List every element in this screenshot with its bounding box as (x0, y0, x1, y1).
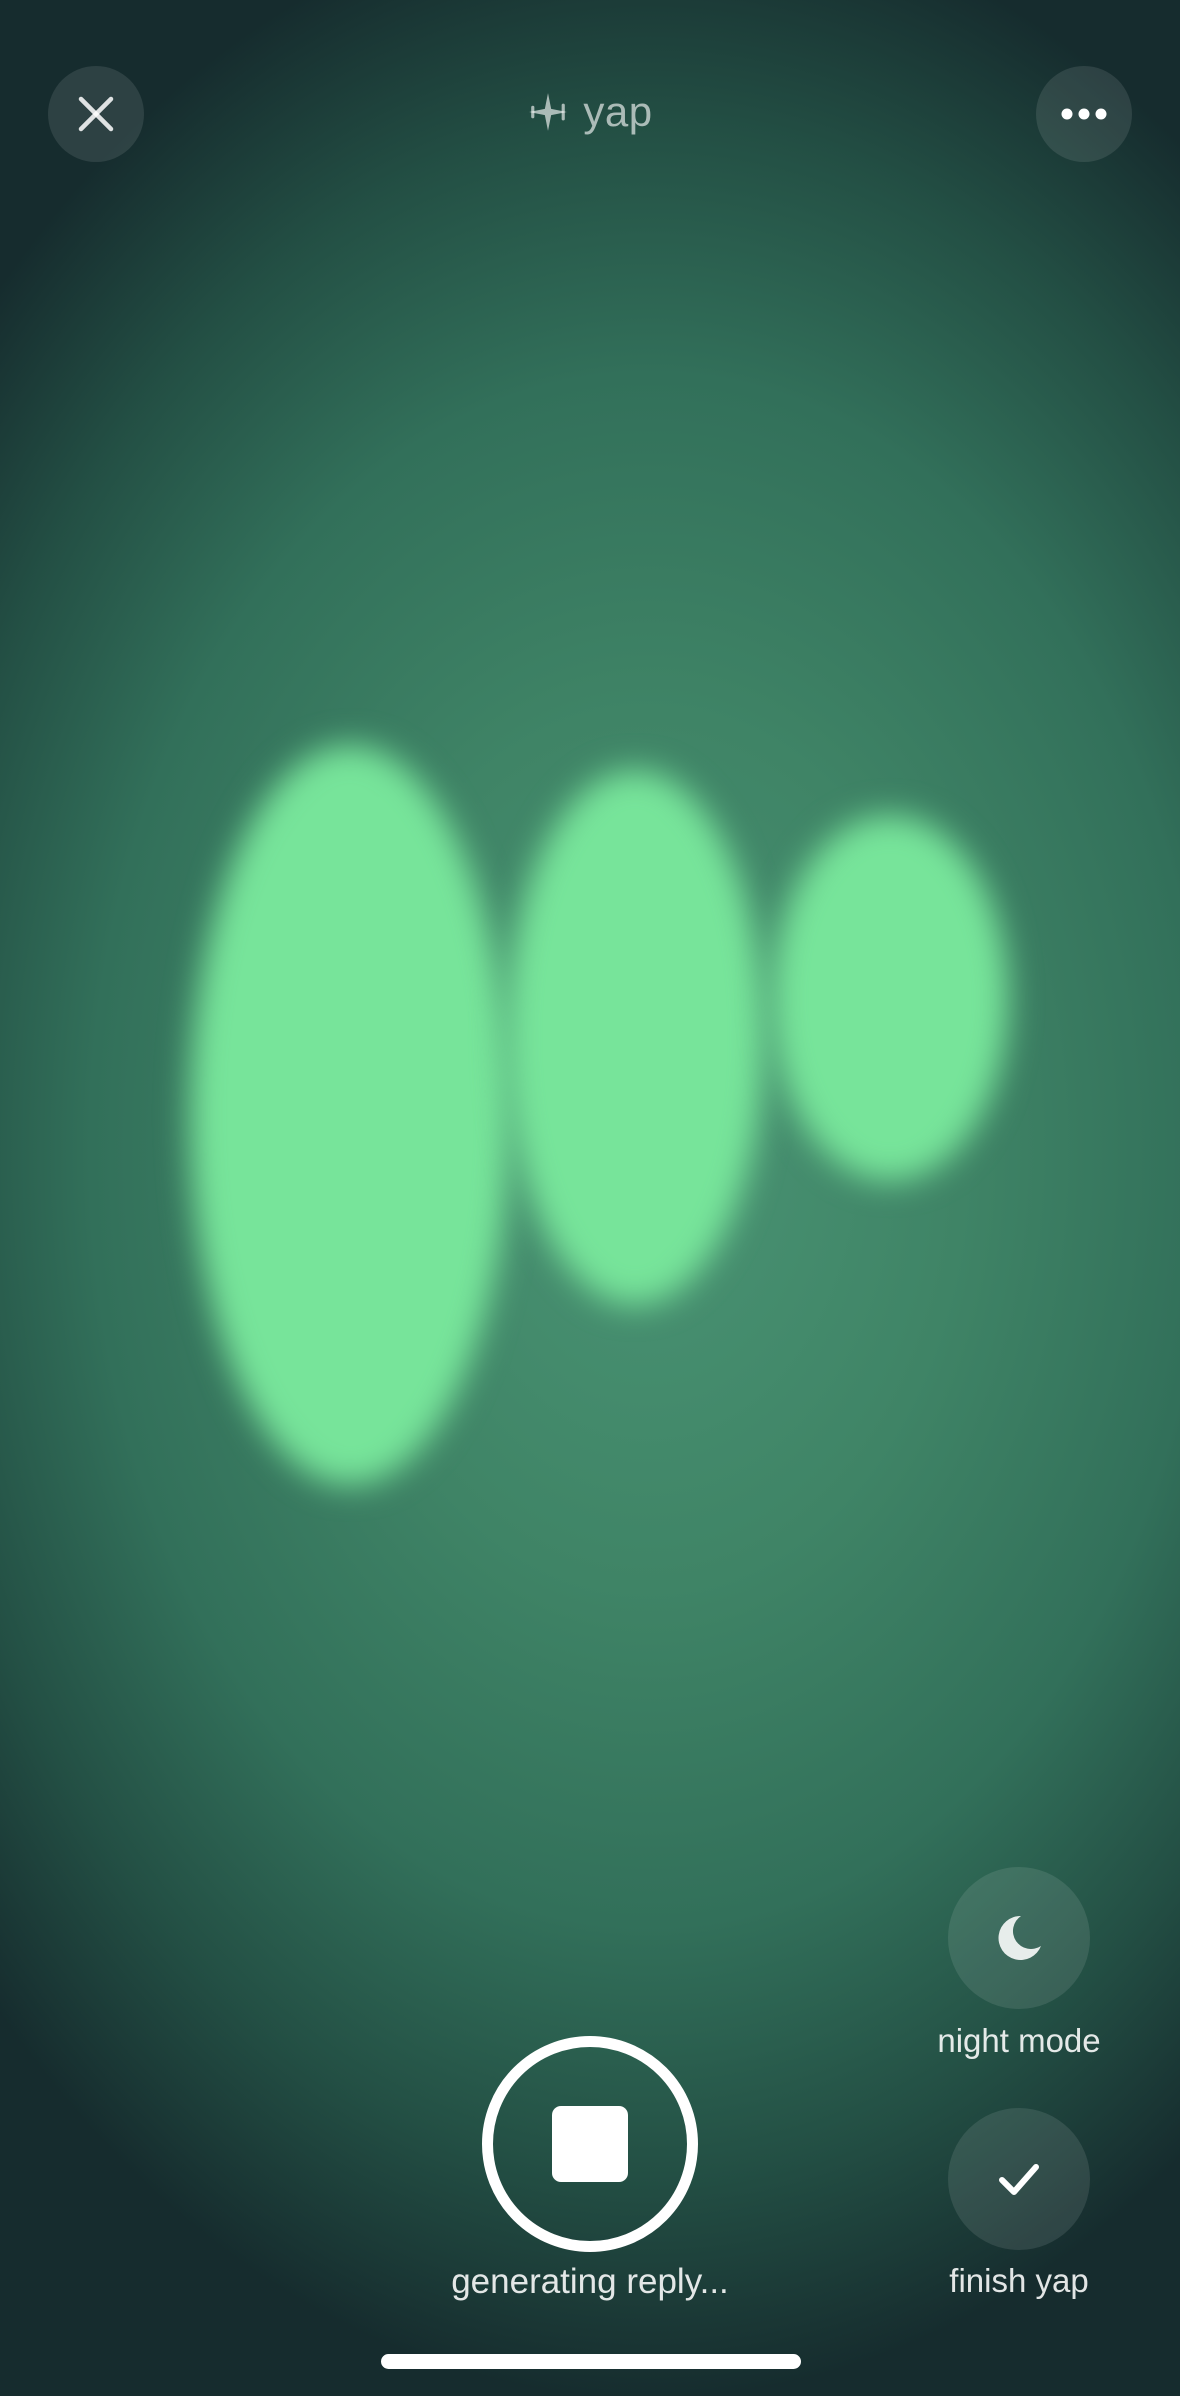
stop-icon (552, 2106, 628, 2182)
night-mode-button[interactable] (948, 1867, 1090, 2009)
stop-button[interactable] (482, 2036, 698, 2252)
visualizer-blob-3 (772, 815, 1008, 1181)
waveform-sparkle-icon (529, 93, 568, 131)
moon-icon (998, 1915, 1041, 1960)
night-mode-label: night mode (937, 2022, 1101, 2059)
finish-yap-button[interactable] (948, 2108, 1090, 2250)
app-title: yap (0, 80, 1180, 144)
more-horizontal-icon (1061, 108, 1107, 120)
app-title-text: yap (583, 88, 653, 135)
checkmark-icon (999, 2164, 1039, 2195)
more-options-button[interactable] (1036, 66, 1132, 162)
finish-yap-label: finish yap (949, 2262, 1089, 2299)
visualizer-blob-2 (506, 770, 764, 1305)
home-indicator[interactable] (381, 2354, 801, 2369)
visualizer-blob-1 (190, 745, 510, 1485)
status-text: generating reply... (451, 2262, 729, 2301)
voice-chat-screen: yap night mode finish yap generating rep… (0, 0, 1180, 2396)
